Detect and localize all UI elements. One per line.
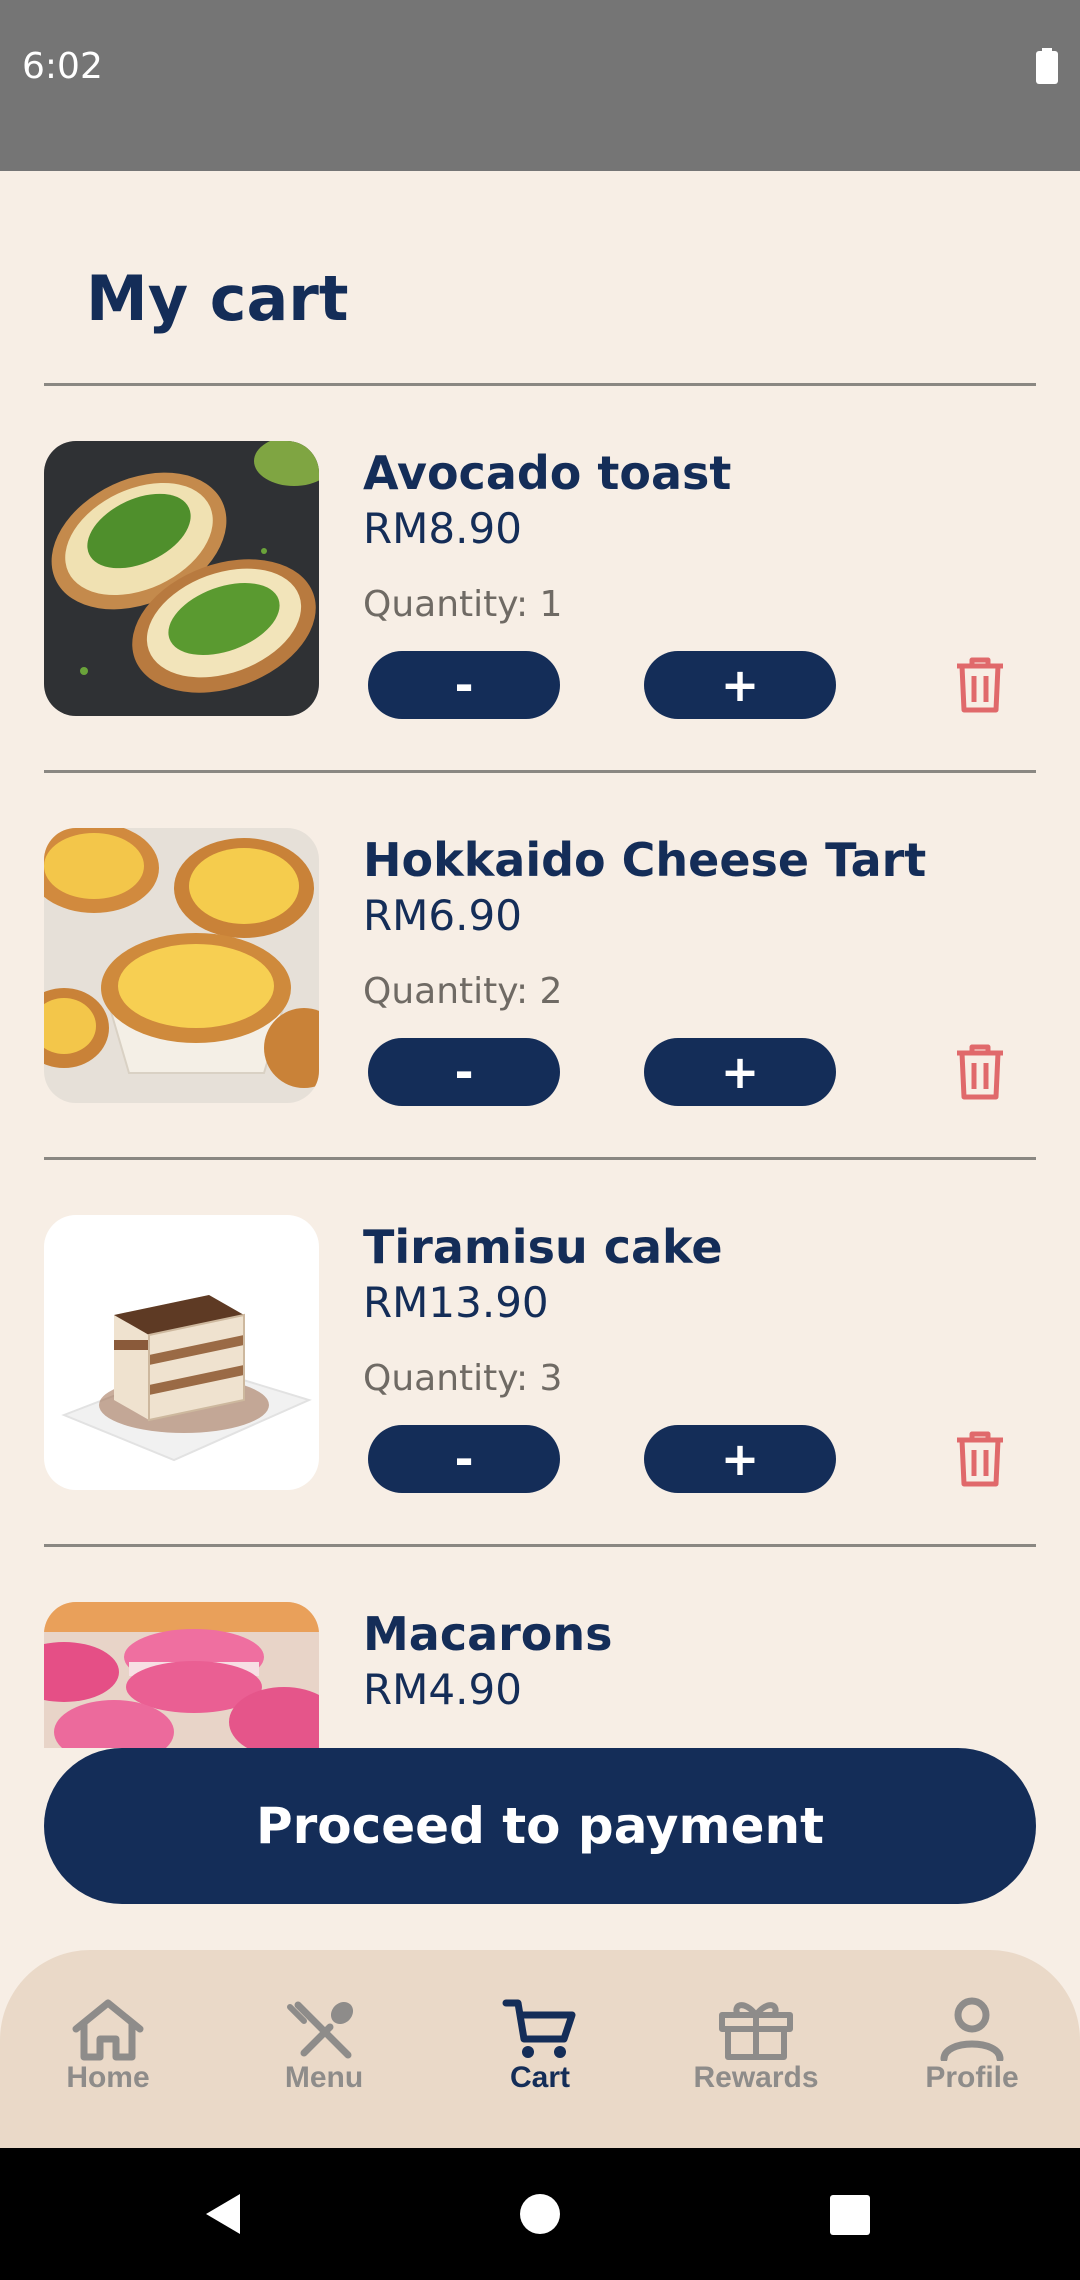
nav-item-home[interactable]: Home: [0, 1995, 216, 2115]
nav-label: Home: [66, 2061, 150, 2094]
nav-item-menu[interactable]: Menu: [216, 1995, 432, 2115]
nav-label: Cart: [509, 2061, 570, 2094]
item-name: Macarons: [363, 1607, 613, 1661]
cheese-tart-image: [44, 828, 319, 1103]
trash-icon[interactable]: [954, 1043, 1006, 1101]
nav-label: Rewards: [693, 2061, 819, 2094]
bottom-nav: Home Menu Cart Rewards Profile: [0, 1950, 1080, 2148]
back-icon[interactable]: [200, 2190, 248, 2238]
trash-icon[interactable]: [954, 656, 1006, 714]
increase-quantity-button[interactable]: +: [644, 651, 836, 719]
tiramisu-image: [44, 1215, 319, 1490]
profile-icon: [940, 1997, 1004, 2061]
avocado-toast-image: [44, 441, 319, 716]
item-name: Hokkaido Cheese Tart: [363, 833, 927, 887]
gift-icon: [719, 2002, 793, 2060]
item-name: Avocado toast: [363, 446, 732, 500]
status-time: 6:02: [22, 46, 103, 87]
item-price: RM4.90: [363, 1665, 522, 1714]
increase-quantity-button[interactable]: +: [644, 1425, 836, 1493]
recents-icon[interactable]: [829, 2194, 871, 2236]
battery-icon: [1036, 48, 1058, 84]
macarons-image: [44, 1602, 319, 1748]
item-price: RM13.90: [363, 1278, 549, 1327]
item-price: RM6.90: [363, 891, 522, 940]
nav-label: Menu: [284, 2061, 364, 2094]
system-nav-bar: [0, 2148, 1080, 2280]
item-price: RM8.90: [363, 504, 522, 553]
increase-quantity-button[interactable]: +: [644, 1038, 836, 1106]
decrease-quantity-button[interactable]: -: [368, 1038, 560, 1106]
item-name: Tiramisu cake: [363, 1220, 723, 1274]
nav-label: Profile: [925, 2061, 1019, 2094]
nav-item-rewards[interactable]: Rewards: [648, 1995, 864, 2115]
nav-item-cart[interactable]: Cart: [432, 1995, 648, 2115]
cart-item: Avocado toast RM8.90 Quantity: 1 - +: [0, 386, 1080, 773]
utensils-icon: [287, 2001, 354, 2059]
item-quantity: Quantity: 2: [363, 971, 563, 1012]
status-bar: 6:02: [0, 0, 1080, 171]
cart-list[interactable]: Avocado toast RM8.90 Quantity: 1 - + Hok…: [0, 386, 1080, 1748]
item-quantity: Quantity: 3: [363, 1358, 563, 1399]
proceed-to-payment-button[interactable]: Proceed to payment: [44, 1748, 1036, 1904]
cart-item: Hokkaido Cheese Tart RM6.90 Quantity: 2 …: [0, 773, 1080, 1160]
cart-item: Macarons RM4.90: [0, 1547, 1080, 1748]
decrease-quantity-button[interactable]: -: [368, 1425, 560, 1493]
cart-icon: [502, 1999, 576, 2058]
cart-item: Tiramisu cake RM13.90 Quantity: 3 - +: [0, 1160, 1080, 1547]
decrease-quantity-button[interactable]: -: [368, 651, 560, 719]
home-icon: [72, 1999, 144, 2061]
item-quantity: Quantity: 1: [363, 584, 563, 625]
nav-item-profile[interactable]: Profile: [864, 1995, 1080, 2115]
page-title: My cart: [86, 262, 349, 335]
trash-icon[interactable]: [954, 1430, 1006, 1488]
home-circle-icon[interactable]: [518, 2192, 562, 2236]
